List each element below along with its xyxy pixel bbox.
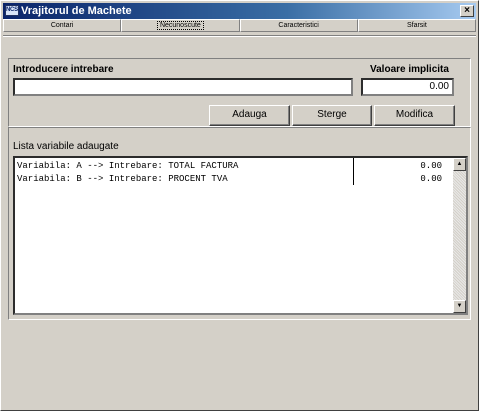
column-separator (353, 158, 354, 185)
app-window-icon: NCSM (5, 5, 19, 16)
tab-strip: Contari Necunoscute Caracteristici Sfars… (3, 19, 476, 32)
list-item-value: 0.00 (420, 161, 442, 171)
window-title: Vrajitorul de Machete (21, 5, 132, 17)
add-button[interactable]: Adauga (209, 105, 290, 126)
list-title: Lista variabile adaugate (13, 141, 119, 152)
tab-caracteristici[interactable]: Caracteristici (239, 19, 358, 32)
list-item[interactable]: Variabila: A --> Intrebare: TOTAL FACTUR… (17, 160, 454, 172)
tab-contari[interactable]: Contari (3, 19, 122, 32)
default-value-input[interactable]: 0.00 (361, 78, 454, 96)
title-bar[interactable]: NCSM Vrajitorul de Machete × (3, 3, 476, 19)
modify-button[interactable]: Modifica (374, 105, 455, 126)
list-item-value: 0.00 (420, 174, 442, 184)
tab-label: Caracteristici (278, 22, 319, 29)
tab-sfarsit[interactable]: Sfarsit (357, 19, 476, 32)
variables-list[interactable]: Variabila: A --> Intrebare: TOTAL FACTUR… (13, 156, 468, 315)
question-label: Introducere intrebare (13, 64, 114, 75)
default-value-label: Valoare implicita (370, 64, 449, 75)
tab-label: Sfarsit (406, 22, 427, 29)
list-item-question: Variabila: A --> Intrebare: TOTAL FACTUR… (17, 161, 239, 171)
tab-necunoscute[interactable]: Necunoscute (121, 19, 240, 32)
list-item[interactable]: Variabila: B --> Intrebare: PROCENT TVA … (17, 173, 454, 185)
delete-button[interactable]: Sterge (292, 105, 372, 126)
list-item-question: Variabila: B --> Intrebare: PROCENT TVA (17, 174, 228, 184)
wizard-window: NCSM Vrajitorul de Machete × Contari Nec… (0, 0, 479, 411)
close-button[interactable]: × (460, 5, 474, 17)
question-input[interactable] (13, 78, 353, 96)
tab-label: Contari (50, 22, 74, 29)
tab-label: Necunoscute (156, 21, 204, 30)
scroll-up-arrow-icon[interactable]: ▲ (453, 158, 466, 171)
header-divider (3, 35, 476, 37)
scroll-down-arrow-icon[interactable]: ▼ (453, 300, 466, 313)
list-scrollbar[interactable]: ▲ ▼ (453, 158, 466, 313)
